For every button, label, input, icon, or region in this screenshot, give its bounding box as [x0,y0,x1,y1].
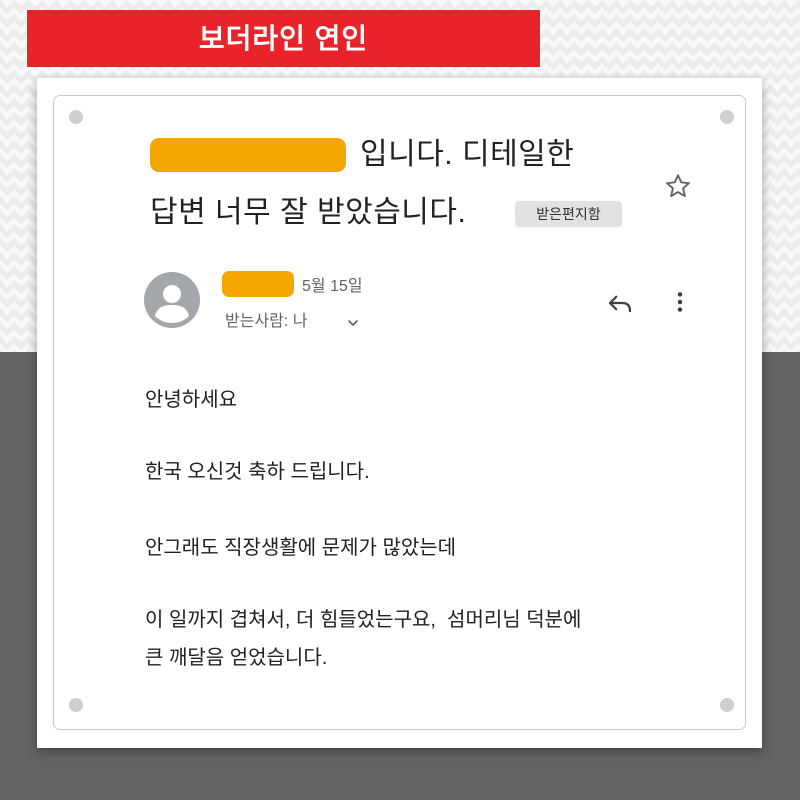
reply-icon[interactable] [605,288,635,318]
body-line: 안녕하세요 [145,389,237,411]
pin-bottom-right [720,698,734,712]
subject-line-2: 답변 너무 잘 받았습니다. [150,196,467,229]
body-line: 안그래도 직장생활에 문제가 많았는데 [145,537,457,559]
more-vert-icon[interactable] [666,288,694,316]
email-date: 5월 15일 [302,278,363,295]
banner-title: 보더라인 연인 [27,10,540,67]
subject-redaction [150,138,346,172]
avatar[interactable] [144,272,200,328]
pin-bottom-left [69,698,83,712]
pin-top-left [69,110,83,124]
recipient-text: 받는사람: 나 [225,313,308,330]
sender-name-redaction [222,271,294,297]
body-line: 이 일까지 겹쳐서, 더 힘들었는구요, 섬머리님 덕분에 [145,609,582,631]
chevron-down-icon[interactable] [346,316,360,330]
subject-line-1: 입니다. 디테일한 [360,138,575,171]
body-line: 큰 깨달음 얻었습니다. [145,647,328,669]
inbox-label[interactable]: 받은편지함 [515,201,622,227]
person-icon [155,285,189,323]
star-icon[interactable] [664,172,692,200]
pin-top-right [720,110,734,124]
body-line: 한국 오신것 축하 드립니다. [145,461,370,483]
